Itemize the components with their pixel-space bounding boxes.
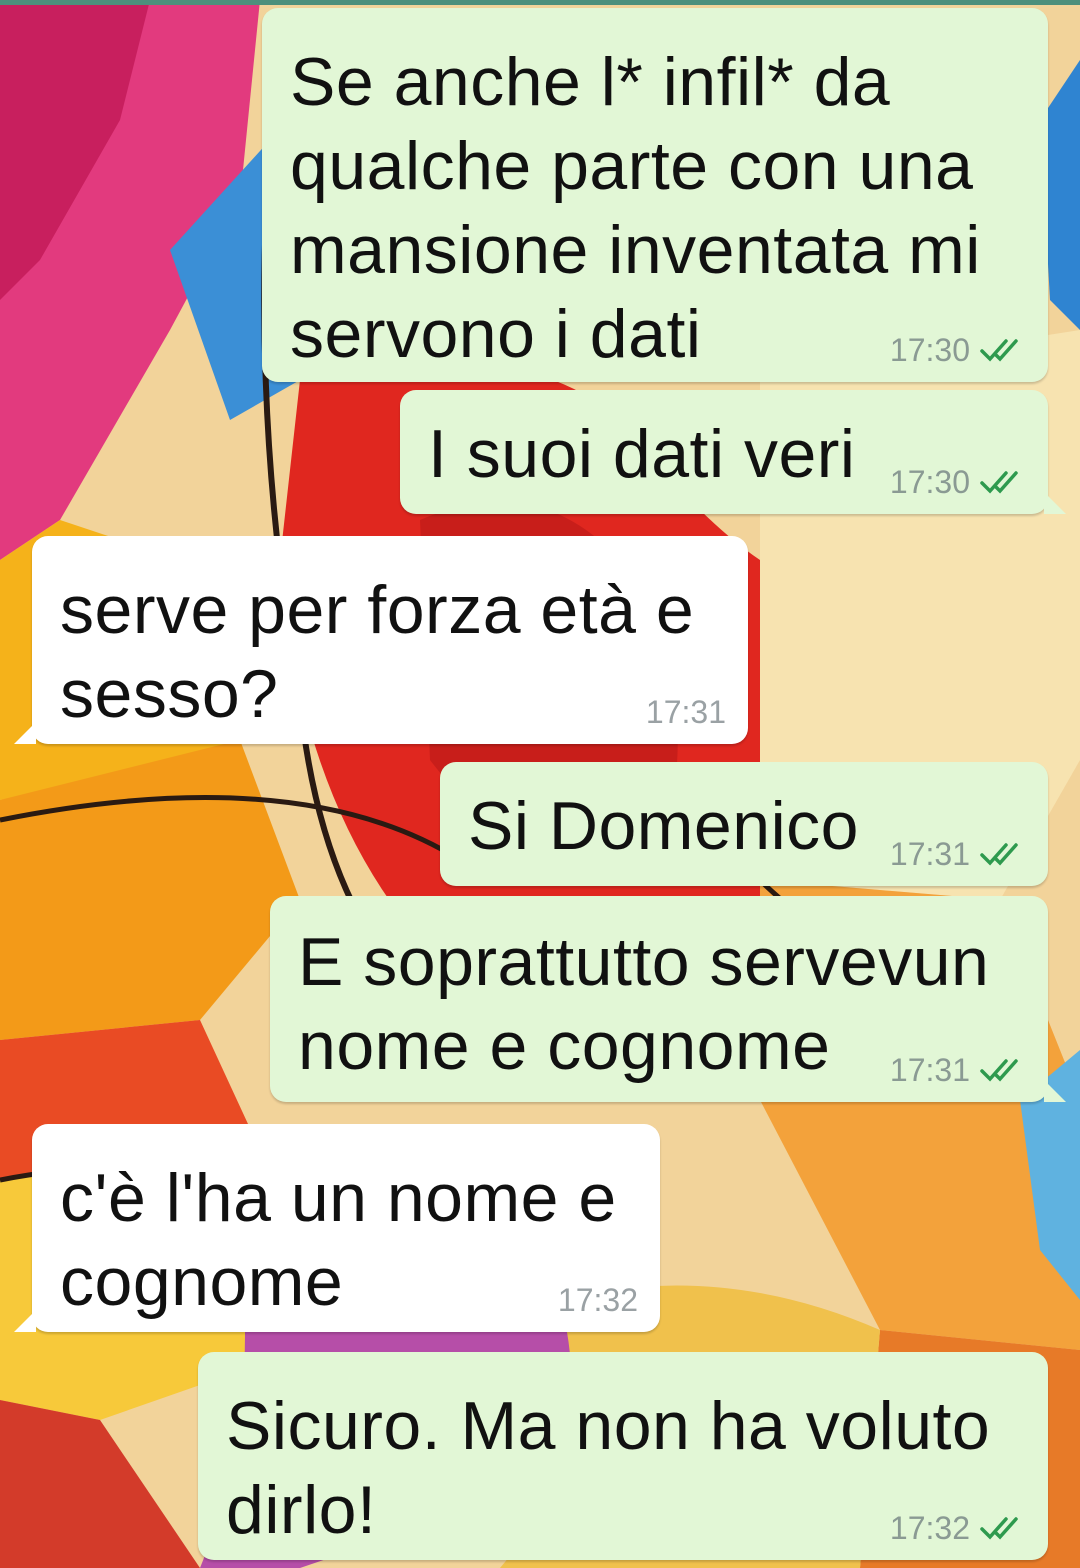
header-accent-bar [0, 0, 1080, 5]
message-time: 17:31 [645, 694, 726, 730]
message-time: 17:31 [889, 1052, 970, 1088]
chat-view[interactable]: Se anche l* infil* da qualche parte con … [0, 0, 1080, 1568]
message-text: c'è l'ha un nome e cognome [60, 1160, 617, 1320]
message-time: 17:32 [557, 1282, 638, 1318]
message-text: Se anche l* infil* da qualche parte con … [290, 44, 981, 372]
message-time: 17:30 [889, 464, 970, 500]
message-time: 17:30 [889, 332, 970, 368]
message-time: 17:31 [889, 836, 970, 872]
message-bubble-incoming[interactable]: serve per forza età e sesso? 17:31 [14, 536, 748, 744]
message-meta: 17:31 [890, 836, 1026, 872]
message-meta: 17:31 [646, 694, 726, 730]
double-check-icon [980, 1517, 1018, 1540]
bubble-tail [1044, 492, 1066, 514]
double-check-icon [980, 843, 1018, 866]
message-text: serve per forza età e sesso? [60, 572, 695, 732]
double-check-icon [980, 471, 1018, 494]
bubble-tail [1044, 1080, 1066, 1102]
message-time: 17:32 [889, 1510, 970, 1546]
bubble-tail [14, 1310, 36, 1332]
message-bubble-outgoing[interactable]: I suoi dati veri 17:30 [400, 390, 1066, 514]
message-bubble-outgoing[interactable]: Si Domenico 17:31 [440, 762, 1048, 886]
message-meta: 17:30 [890, 332, 1026, 368]
bubble-tail [14, 722, 36, 744]
message-meta: 17:31 [890, 1052, 1026, 1088]
double-check-icon [980, 1059, 1018, 1082]
double-check-icon [980, 339, 1018, 362]
message-bubble-outgoing[interactable]: Sicuro. Ma non ha voluto dirlo! 17:32 [198, 1352, 1048, 1560]
message-bubble-outgoing[interactable]: Se anche l* infil* da qualche parte con … [262, 8, 1048, 382]
message-bubble-outgoing[interactable]: E soprattutto servevun nome e cognome 17… [270, 896, 1066, 1102]
message-meta: 17:32 [890, 1510, 1026, 1546]
message-meta: 17:30 [890, 464, 1026, 500]
message-meta: 17:32 [558, 1282, 638, 1318]
message-bubble-incoming[interactable]: c'è l'ha un nome e cognome 17:32 [14, 1124, 660, 1332]
